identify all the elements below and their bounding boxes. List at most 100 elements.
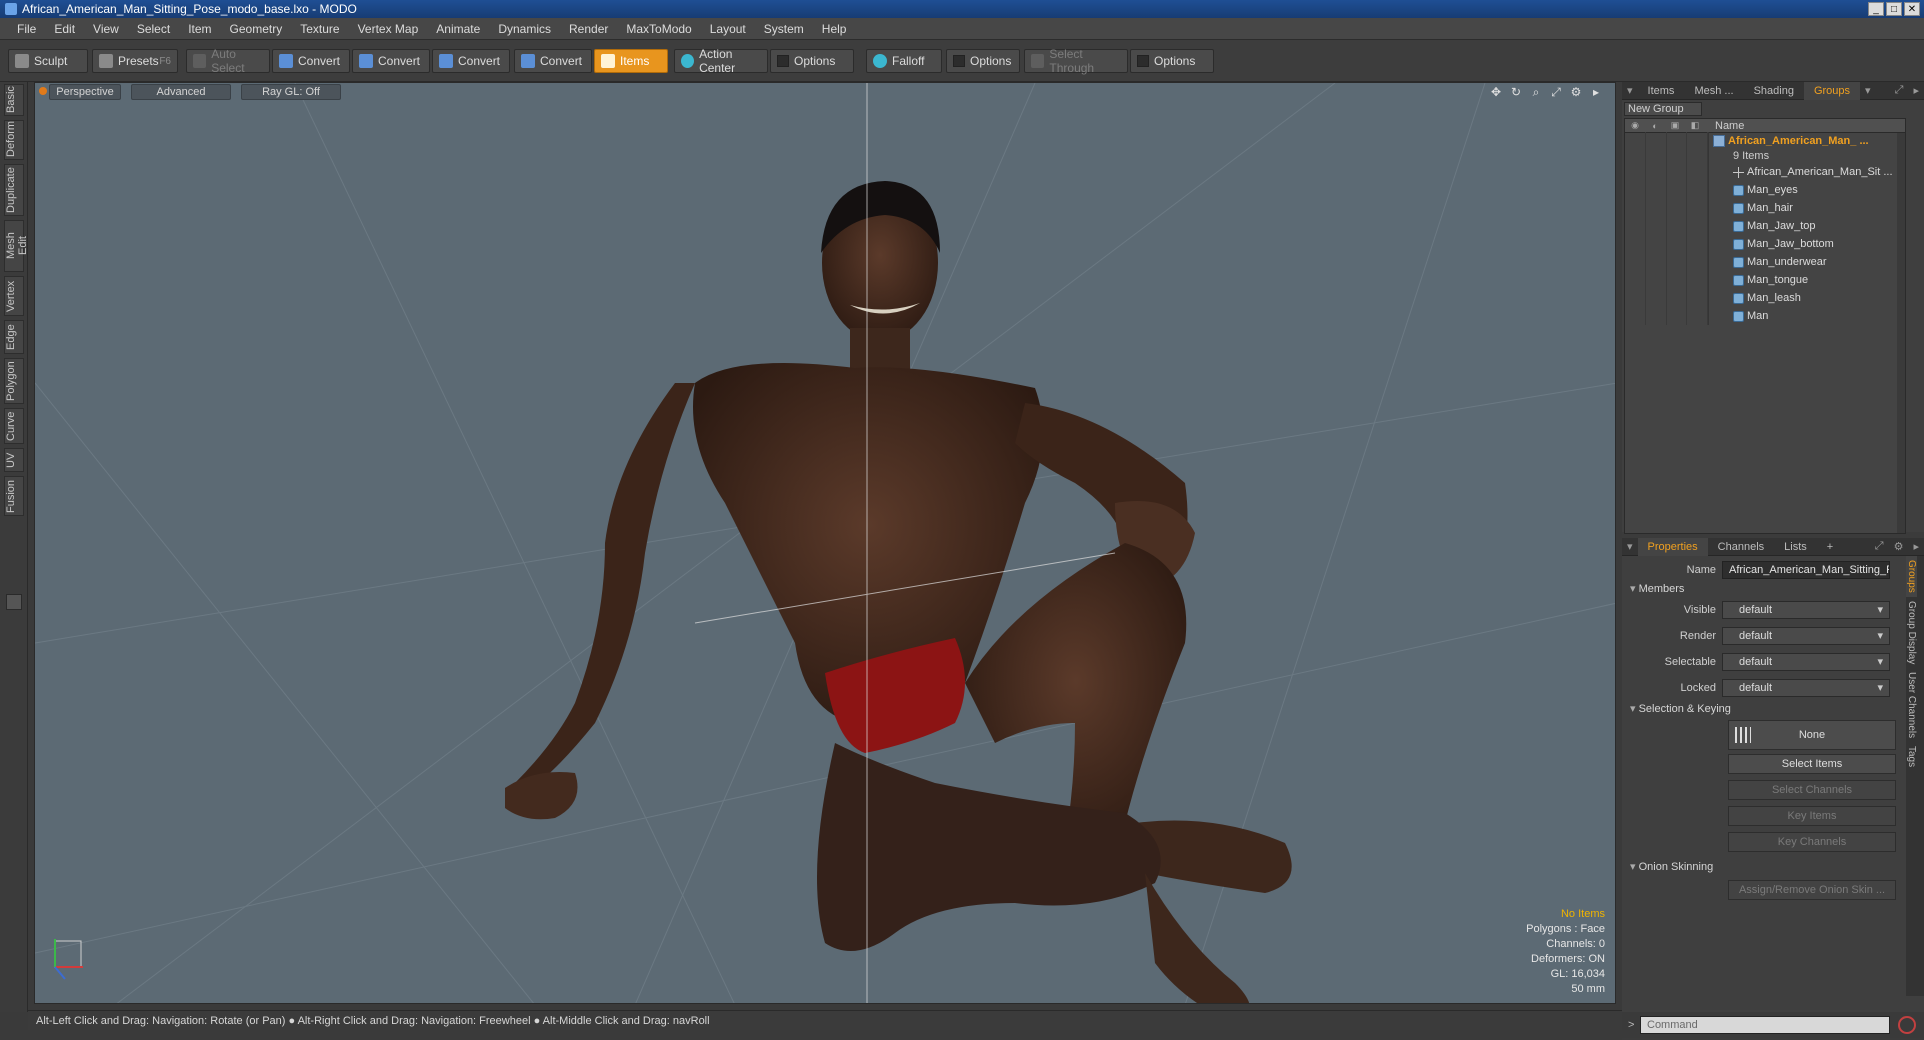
lock-icon[interactable]: ▣ xyxy=(1665,120,1685,131)
group-name-field[interactable]: African_American_Man_Sitting_F xyxy=(1722,561,1890,579)
panel-menu-icon[interactable]: ▾ xyxy=(1622,540,1638,553)
tree-item[interactable]: Man_hair xyxy=(1625,199,1905,217)
tab-duplicate[interactable]: Duplicate xyxy=(4,164,24,216)
falloff-options-button[interactable]: Options xyxy=(946,49,1020,73)
action-center-options-button[interactable]: Options xyxy=(770,49,854,73)
select-icon[interactable]: ◧ xyxy=(1685,120,1705,131)
side-tab-tags[interactable]: Tags xyxy=(1906,742,1917,771)
menu-maxtomodo[interactable]: MaxToModo xyxy=(617,22,700,36)
rotate-icon[interactable]: ↻ xyxy=(1509,85,1523,99)
select-through-button[interactable]: Select Through xyxy=(1024,47,1128,75)
tree-item[interactable]: Man_underwear xyxy=(1625,253,1905,271)
view-type-dropdown[interactable]: Perspective xyxy=(49,84,121,100)
add-tab-button[interactable]: + xyxy=(1817,538,1843,556)
key-channels-button[interactable]: Key Channels xyxy=(1728,832,1896,852)
visible-select[interactable]: default xyxy=(1722,601,1890,619)
selectable-select[interactable]: default xyxy=(1722,653,1890,671)
gear-icon[interactable]: ⚙ xyxy=(1569,85,1583,99)
tab-lists[interactable]: Lists xyxy=(1774,538,1817,556)
3d-viewport[interactable]: Perspective Advanced Ray GL: Off ✥ ↻ ⌕ ⤢… xyxy=(34,82,1616,1004)
tab-shading[interactable]: Shading xyxy=(1744,82,1804,100)
tab-polygon[interactable]: Polygon xyxy=(4,358,24,404)
keying-none-button[interactable]: None xyxy=(1728,720,1896,750)
select-items-button[interactable]: Select Items xyxy=(1728,754,1896,774)
menu-vertex-map[interactable]: Vertex Map xyxy=(349,22,428,36)
presets-button[interactable]: Presets F6 xyxy=(92,49,178,73)
tab-properties[interactable]: Properties xyxy=(1637,537,1708,556)
tab-edge[interactable]: Edge xyxy=(4,320,24,354)
panel-menu-icon[interactable]: ▾ xyxy=(1622,84,1638,97)
side-tab-user-channels[interactable]: User Channels xyxy=(1906,668,1917,742)
menu-layout[interactable]: Layout xyxy=(701,22,755,36)
maximize-icon[interactable]: ⤢ xyxy=(1549,85,1563,99)
sculpt-button[interactable]: Sculpt xyxy=(8,49,88,73)
chevron-down-icon[interactable]: ▾ xyxy=(1860,84,1876,97)
eye-icon[interactable]: ◉ xyxy=(1625,120,1645,131)
convert-polygon-button[interactable]: Convert xyxy=(432,49,510,73)
convert-edge-button[interactable]: Convert xyxy=(352,49,430,73)
tree-item[interactable]: Man_eyes xyxy=(1625,181,1905,199)
tree-item[interactable]: Man_Jaw_bottom xyxy=(1625,235,1905,253)
menu-item[interactable]: Item xyxy=(179,22,220,36)
shading-mode-dropdown[interactable]: Advanced xyxy=(131,84,231,100)
viewport-menu-icon[interactable] xyxy=(39,87,47,95)
menu-dynamics[interactable]: Dynamics xyxy=(489,22,560,36)
action-center-button[interactable]: Action Center xyxy=(674,47,768,75)
arrow-right-icon[interactable]: ▸ xyxy=(1908,540,1924,553)
selection-keying-section[interactable]: Selection & Keying xyxy=(1630,702,1731,715)
minimize-button[interactable]: _ xyxy=(1868,2,1884,16)
assign-onion-skin-button[interactable]: Assign/Remove Onion Skin ... xyxy=(1728,880,1896,900)
pan-icon[interactable]: ✥ xyxy=(1489,85,1503,99)
close-button[interactable]: ✕ xyxy=(1904,2,1920,16)
render-select[interactable]: default xyxy=(1722,627,1890,645)
tab-deform[interactable]: Deform xyxy=(4,120,24,160)
gear-icon[interactable]: ⚙ xyxy=(1889,540,1909,553)
items-mode-button[interactable]: Items xyxy=(594,49,668,73)
tab-channels[interactable]: Channels xyxy=(1708,538,1774,556)
raygl-toggle[interactable]: Ray GL: Off xyxy=(241,84,341,100)
select-options-button[interactable]: Options xyxy=(1130,49,1214,73)
menu-select[interactable]: Select xyxy=(128,22,179,36)
tab-mesh[interactable]: Mesh ... xyxy=(1684,82,1743,100)
tab-items[interactable]: Items xyxy=(1638,82,1685,100)
menu-edit[interactable]: Edit xyxy=(45,22,84,36)
arrow-right-icon[interactable]: ▸ xyxy=(1908,84,1924,97)
tree-scrollbar[interactable] xyxy=(1897,133,1905,533)
tab-curve[interactable]: Curve xyxy=(4,408,24,444)
tab-basic[interactable]: Basic xyxy=(4,84,24,116)
select-channels-button[interactable]: Select Channels xyxy=(1728,780,1896,800)
menu-geometry[interactable]: Geometry xyxy=(221,22,292,36)
onion-skinning-section[interactable]: Onion Skinning xyxy=(1630,860,1714,873)
convert-vertex-button[interactable]: Convert xyxy=(272,49,350,73)
convert-material-button[interactable]: Convert xyxy=(514,49,592,73)
tree-item[interactable]: Man xyxy=(1625,307,1905,325)
name-column-header[interactable]: Name xyxy=(1705,120,1744,132)
tree-item[interactable]: Man_Jaw_top xyxy=(1625,217,1905,235)
side-tab-group-display[interactable]: Group Display xyxy=(1906,597,1917,668)
menu-file[interactable]: File xyxy=(8,22,45,36)
command-input[interactable]: Command xyxy=(1640,1016,1890,1034)
side-tab-groups[interactable]: Groups xyxy=(1906,556,1917,597)
members-section[interactable]: Members xyxy=(1630,582,1685,595)
tree-item[interactable]: African_American_Man_Sit ... xyxy=(1625,163,1905,181)
expand-icon[interactable]: ⤢ xyxy=(1870,540,1889,553)
tree-item[interactable]: Man_leash xyxy=(1625,289,1905,307)
menu-help[interactable]: Help xyxy=(813,22,856,36)
locked-select[interactable]: default xyxy=(1722,679,1890,697)
menu-render[interactable]: Render xyxy=(560,22,617,36)
maximize-button[interactable]: □ xyxy=(1886,2,1902,16)
render-icon[interactable]: ◐ xyxy=(1645,121,1665,131)
menu-view[interactable]: View xyxy=(84,22,128,36)
record-macro-icon[interactable] xyxy=(1898,1016,1916,1034)
menu-animate[interactable]: Animate xyxy=(427,22,489,36)
tab-fusion[interactable]: Fusion xyxy=(4,476,24,516)
tab-mesh-edit[interactable]: Mesh Edit xyxy=(4,220,29,272)
zoom-icon[interactable]: ⌕ xyxy=(1529,85,1543,99)
tree-item[interactable]: Man_tongue xyxy=(1625,271,1905,289)
tab-groups[interactable]: Groups xyxy=(1803,81,1861,100)
arrow-right-icon[interactable]: ▸ xyxy=(1589,85,1603,99)
menu-system[interactable]: System xyxy=(755,22,813,36)
falloff-button[interactable]: Falloff xyxy=(866,49,942,73)
new-group-button[interactable]: New Group xyxy=(1624,102,1702,116)
tab-vertex[interactable]: Vertex xyxy=(4,276,24,316)
